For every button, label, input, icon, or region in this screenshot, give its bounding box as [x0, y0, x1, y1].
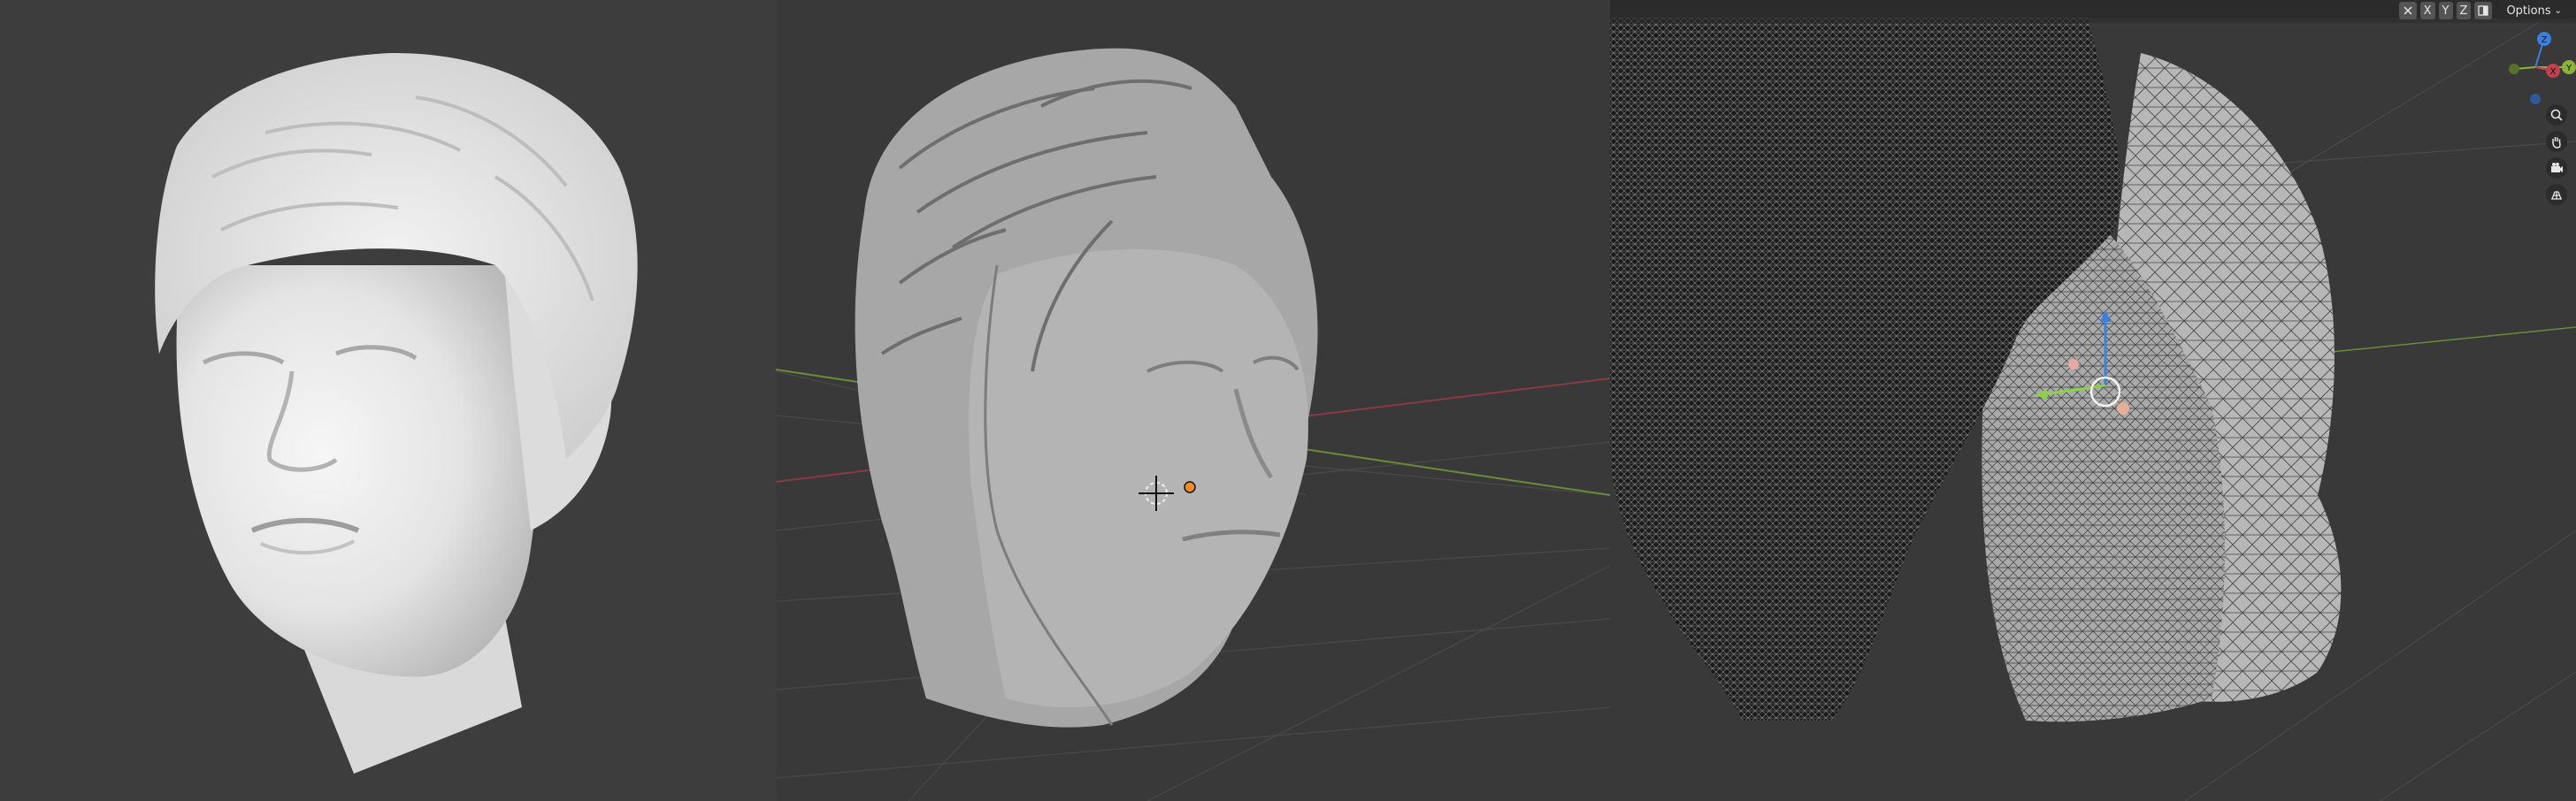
options-dropdown[interactable]: Options ⌄ [2499, 2, 2569, 19]
camera-view-button[interactable] [2546, 157, 2567, 179]
grid-toggle-button[interactable] [2398, 2, 2417, 19]
viewport-header: X Y Z Options ⌄ [2398, 2, 2569, 19]
solid-head-mesh [776, 48, 1610, 801]
orthographic-grid-icon [2551, 191, 2562, 200]
zoom-icon [2550, 109, 2563, 121]
object-origin-icon [1184, 481, 1196, 493]
hand-pan-icon [2552, 137, 2561, 149]
layout-button[interactable] [2474, 2, 2493, 19]
wireframe-viewport[interactable]: X Y Z Options ⌄ Z Y X [1610, 0, 2576, 801]
layout-icon [2478, 5, 2489, 16]
gizmo-z-label: Z [2542, 35, 2548, 45]
pan-button[interactable] [2546, 131, 2567, 152]
gizmo-neg-z-axis[interactable] [2530, 94, 2541, 104]
rendered-head-view [0, 0, 776, 801]
gizmo-y-label: Y [2565, 64, 2572, 73]
zoom-button[interactable] [2546, 104, 2567, 126]
axis-x-toggle[interactable]: X [2419, 2, 2435, 19]
gizmo-x-label: X [2550, 67, 2557, 77]
viewport-navigation-tools [2546, 104, 2567, 205]
wireframe-head-mesh [1610, 0, 2576, 801]
camera-view-icon [2551, 163, 2563, 172]
solid-view-viewport[interactable] [776, 0, 1610, 801]
navigation-gizmo[interactable]: Z Y X [2495, 27, 2576, 106]
rendered-head-mesh [155, 52, 638, 774]
gizmo-neg-y-axis[interactable] [2509, 64, 2519, 74]
chevron-down-icon: ⌄ [2554, 5, 2562, 16]
options-label: Options [2506, 4, 2551, 18]
axis-y-toggle[interactable]: Y [2438, 2, 2453, 19]
grid-toggle-icon [2404, 6, 2412, 15]
ortho-toggle-button[interactable] [2546, 184, 2567, 205]
axis-z-toggle[interactable]: Z [2456, 2, 2472, 19]
